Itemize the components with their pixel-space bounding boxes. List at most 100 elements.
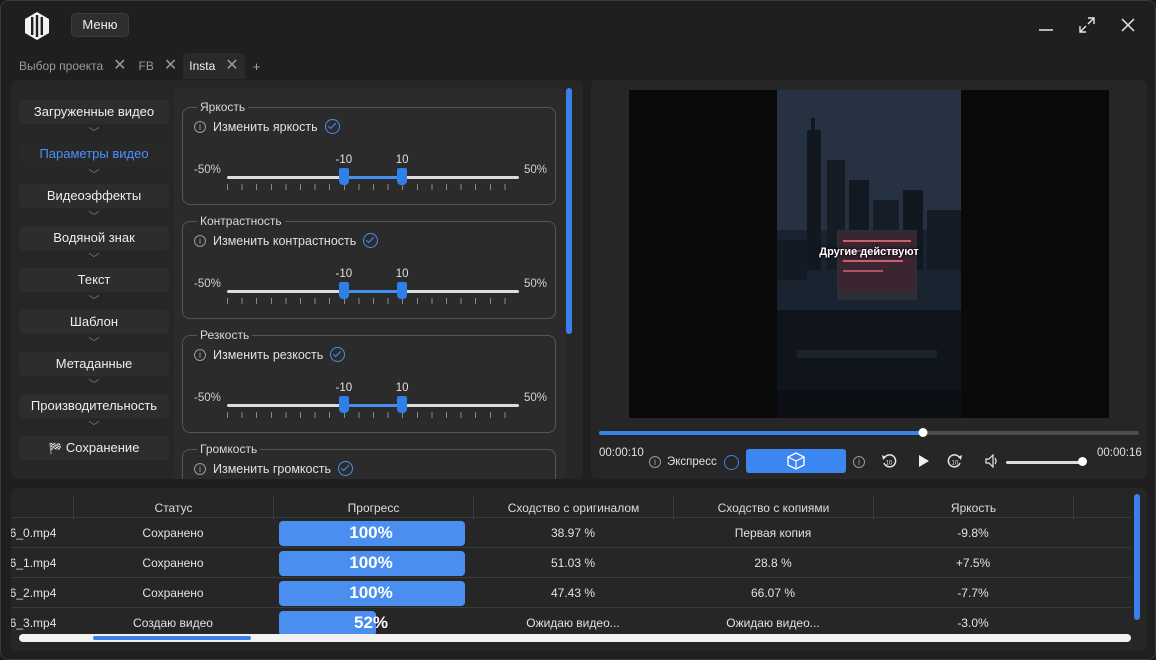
chevron-down-icon: ﹀ <box>88 295 100 307</box>
tab-label: Выбор проекта <box>19 59 104 73</box>
nav-uploaded-videos[interactable]: Загруженные видео <box>19 100 169 124</box>
chevron-down-icon: ﹀ <box>88 379 100 391</box>
similarity-original-cell: 51.03 % <box>550 556 596 570</box>
slider-high-handle[interactable] <box>397 282 408 299</box>
info-icon[interactable]: i <box>194 348 206 361</box>
app-window: Меню Выбор проекта ✕ FB ✕ Insta ✕ + Загр… <box>0 0 1156 660</box>
slider-fill <box>343 404 403 407</box>
info-icon[interactable]: i <box>194 462 206 475</box>
slider-fill <box>343 176 403 179</box>
contrast-toggle-label: Изменить контрастность <box>213 233 357 248</box>
cube-icon <box>787 452 805 470</box>
volume-slider[interactable] <box>1006 461 1086 464</box>
close-window-icon[interactable] <box>1116 13 1140 37</box>
table-horizontal-scrollbar[interactable] <box>19 634 1131 642</box>
slider-low-handle[interactable] <box>338 282 349 299</box>
slider-ticks <box>227 184 519 190</box>
video-params-form: Яркость i Изменить яркость -50% 50% -10 … <box>174 88 566 479</box>
range-min-label: -50% <box>194 392 221 404</box>
volume-slider-handle[interactable] <box>1078 457 1087 466</box>
scrollbar-thumb[interactable] <box>93 636 251 640</box>
slider-fill <box>343 290 403 293</box>
info-icon[interactable]: i <box>194 120 206 133</box>
video-frame: Другие действуют <box>777 90 961 418</box>
tab-project-select[interactable]: Выбор проекта ✕ <box>13 53 133 79</box>
info-icon[interactable]: i <box>853 456 872 468</box>
similarity-original-cell: 38.97 % <box>550 526 596 540</box>
table-row[interactable]: 06_0.mp4 Сохранено 100% 38.97 % Первая к… <box>11 517 1131 547</box>
contrast-checkbox[interactable] <box>363 233 379 248</box>
slider-high-handle[interactable] <box>397 168 408 185</box>
table-vertical-scrollbar[interactable] <box>1134 494 1140 620</box>
table-row[interactable]: 06_3.mp4 Создаю видео 52% Ожидаю видео..… <box>11 607 1131 637</box>
nav-template[interactable]: Шаблон <box>19 310 169 334</box>
range-max-label: 50% <box>523 164 547 176</box>
app-logo-icon <box>25 12 49 40</box>
express-label: Экспресс <box>667 456 717 468</box>
file-name: 06_2.mp4 <box>11 586 57 600</box>
low-value-label: -10 <box>335 382 353 394</box>
info-icon[interactable]: i <box>194 234 206 247</box>
high-value-label: 10 <box>395 268 409 280</box>
minimize-icon[interactable] <box>1034 13 1058 37</box>
range-max-label: 50% <box>523 278 547 290</box>
tab-insta[interactable]: Insta ✕ <box>183 53 245 79</box>
nav-save[interactable]: 🏁 Сохранение <box>19 436 169 460</box>
nav-text[interactable]: Текст <box>19 268 169 292</box>
express-toggle[interactable] <box>724 455 739 470</box>
slider-high-handle[interactable] <box>397 396 408 413</box>
nav-save-label: Сохранение <box>65 440 140 455</box>
similarity-copies-cell: Первая копия <box>734 526 812 540</box>
slider-ticks <box>227 298 519 304</box>
forward-10-icon[interactable]: 10 <box>946 452 964 470</box>
close-tab-icon[interactable]: ✕ <box>113 58 126 74</box>
settings-nav: Загруженные видео ﹀ Параметры видео ﹀ Ви… <box>19 100 169 460</box>
nav-video-params[interactable]: Параметры видео <box>19 142 169 166</box>
similarity-copies-cell: 66.07 % <box>750 586 796 600</box>
add-tab-button[interactable]: + <box>245 53 269 79</box>
chevron-down-icon: ﹀ <box>88 211 100 223</box>
video-caption: Другие действуют <box>819 246 919 258</box>
progress-label: 100% <box>349 523 393 542</box>
range-min-label: -50% <box>194 164 221 176</box>
file-name: 06_0.mp4 <box>11 526 57 540</box>
volume-icon[interactable] <box>985 454 1001 468</box>
menu-button[interactable]: Меню <box>71 13 129 37</box>
nav-video-effects[interactable]: Видеоэффекты <box>19 184 169 208</box>
sharpness-checkbox[interactable] <box>330 347 346 362</box>
brightness-cell: -9.8% <box>957 526 989 540</box>
table-row[interactable]: 06_2.mp4 Сохранено 100% 47.43 % 66.07 % … <box>11 577 1131 607</box>
rewind-10-icon[interactable]: 10 <box>880 452 898 470</box>
nav-watermark[interactable]: Водяной знак <box>19 226 169 250</box>
seek-bar-handle[interactable] <box>918 428 928 437</box>
results-table: Статус Прогресс Сходство с оригиналом Сх… <box>11 488 1147 651</box>
close-tab-icon[interactable]: ✕ <box>225 58 238 74</box>
slider-low-handle[interactable] <box>338 396 349 413</box>
brightness-checkbox[interactable] <box>324 119 340 134</box>
seek-bar[interactable] <box>599 428 1139 437</box>
volume-toggle-label: Изменить громкость <box>213 461 331 476</box>
total-time: 00:00:16 <box>1097 447 1142 459</box>
status-cell: Сохранено <box>142 556 204 570</box>
close-tab-icon[interactable]: ✕ <box>164 58 177 74</box>
progress-label: 100% <box>349 553 393 572</box>
high-value-label: 10 <box>395 382 409 394</box>
render-button[interactable] <box>746 449 846 473</box>
play-icon[interactable] <box>915 453 931 469</box>
info-icon[interactable]: i <box>649 456 668 468</box>
nav-metadata[interactable]: Метаданные <box>19 352 169 376</box>
chevron-down-icon: ﹀ <box>88 421 100 433</box>
tab-fb[interactable]: FB ✕ <box>133 53 184 79</box>
video-player[interactable]: Другие действуют <box>629 90 1109 418</box>
nav-performance[interactable]: Производительность <box>19 394 169 418</box>
slider-low-handle[interactable] <box>338 168 349 185</box>
group-title: Громкость <box>197 442 261 456</box>
settings-scrollbar[interactable] <box>566 88 572 334</box>
chevron-down-icon: ﹀ <box>88 169 100 181</box>
brightness-toggle-label: Изменить яркость <box>213 119 318 134</box>
volume-checkbox[interactable] <box>337 461 353 476</box>
table-row[interactable]: 06_1.mp4 Сохранено 100% 51.03 % 28.8 % +… <box>11 547 1131 577</box>
maximize-icon[interactable] <box>1075 13 1099 37</box>
project-tabs: Выбор проекта ✕ FB ✕ Insta ✕ + <box>13 53 268 79</box>
similarity-copies-cell: 28.8 % <box>754 556 792 570</box>
